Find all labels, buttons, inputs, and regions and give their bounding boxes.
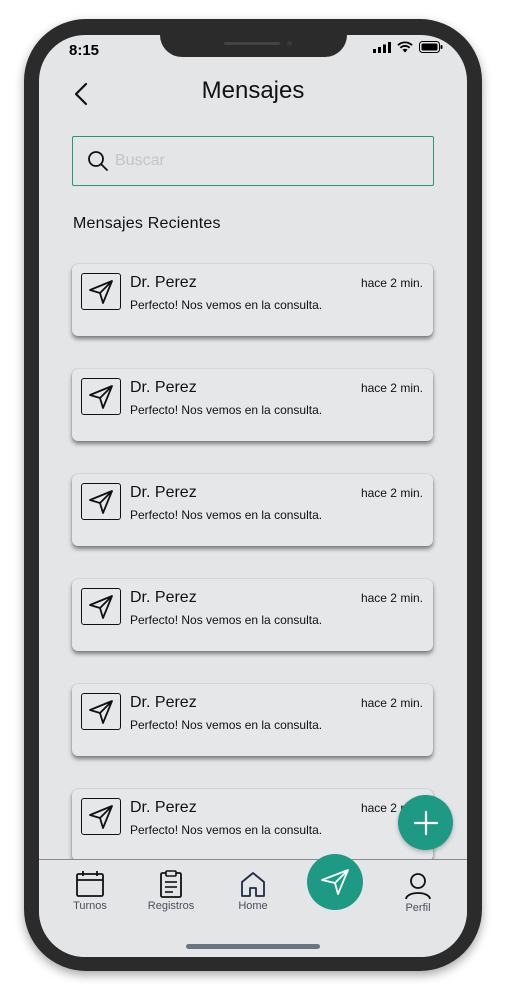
message-preview: Perfecto! Nos vemos en la consulta.	[130, 823, 323, 837]
notch	[160, 35, 347, 57]
tab-turnos[interactable]: Turnos	[50, 870, 130, 912]
send-icon	[89, 804, 113, 829]
wifi-icon	[397, 41, 413, 53]
message-preview: Perfecto! Nos vemos en la consulta.	[130, 298, 323, 312]
message-preview: Perfecto! Nos vemos en la consulta.	[130, 508, 323, 522]
screen: 8:15 Mensajes Mensajes Recientes	[39, 35, 467, 957]
status-icons	[373, 41, 443, 53]
send-icon	[89, 699, 113, 724]
sender-name: Dr. Perez	[130, 694, 197, 711]
send-icon	[89, 384, 113, 409]
page-title: Mensajes	[201, 77, 305, 104]
tab-registros-label: Registros	[147, 900, 195, 912]
battery-icon	[419, 41, 443, 53]
tab-send-button[interactable]	[307, 854, 363, 910]
tab-home-label: Home	[238, 900, 268, 912]
message-card[interactable]: Dr. Perez hace 2 min. Perfecto! Nos vemo…	[72, 579, 433, 651]
sender-name: Dr. Perez	[130, 589, 197, 606]
send-icon	[89, 279, 113, 304]
home-icon	[241, 872, 265, 897]
tab-perfil[interactable]: Perfil	[378, 872, 458, 914]
tab-perfil-label: Perfil	[405, 902, 431, 914]
user-icon	[405, 873, 431, 900]
send-icon	[321, 869, 349, 895]
search-icon	[88, 151, 108, 171]
message-icon-frame	[81, 588, 121, 625]
message-time: hace 2 min.	[360, 591, 423, 605]
message-preview: Perfecto! Nos vemos en la consulta.	[130, 718, 323, 732]
sender-name: Dr. Perez	[130, 484, 197, 501]
message-time: hace 2 min.	[360, 486, 423, 500]
send-icon	[89, 489, 113, 514]
message-card[interactable]: Dr. Perez hace 2 min. Perfecto! Nos vemo…	[72, 369, 433, 441]
message-icon-frame	[81, 483, 121, 520]
status-time: 8:15	[69, 42, 100, 59]
message-icon-frame	[81, 378, 121, 415]
sender-name: Dr. Perez	[130, 274, 197, 291]
message-time: hace 2 min.	[360, 276, 423, 290]
message-preview: Perfecto! Nos vemos en la consulta.	[130, 403, 323, 417]
search-input[interactable]	[115, 152, 405, 170]
signal-icon	[373, 41, 391, 53]
sender-name: Dr. Perez	[130, 379, 197, 396]
message-card[interactable]: Dr. Perez hace 2 min. Perfecto! Nos vemo…	[72, 474, 433, 546]
tab-home[interactable]: Home	[213, 870, 293, 912]
tab-registros[interactable]: Registros	[131, 870, 211, 912]
clipboard-icon	[160, 870, 182, 898]
search-box[interactable]	[72, 136, 434, 186]
message-preview: Perfecto! Nos vemos en la consulta.	[130, 613, 323, 627]
message-icon-frame	[81, 798, 121, 835]
message-card[interactable]: Dr. Perez hace 2 min. Perfecto! Nos vemo…	[72, 789, 433, 861]
tab-turnos-label: Turnos	[73, 900, 107, 912]
speaker	[224, 42, 280, 45]
message-time: hace 2 min.	[360, 381, 423, 395]
message-icon-frame	[81, 273, 121, 310]
tab-bar: Turnos Registros Home Perfil	[39, 854, 467, 957]
message-card[interactable]: Dr. Perez hace 2 min. Perfecto! Nos vemo…	[72, 264, 433, 336]
plus-icon	[413, 810, 438, 835]
message-icon-frame	[81, 693, 121, 730]
message-time: hace 2 min.	[360, 696, 423, 710]
camera	[287, 41, 292, 46]
sender-name: Dr. Perez	[130, 799, 197, 816]
home-indicator	[186, 944, 320, 949]
calendar-icon	[76, 871, 104, 897]
send-icon	[89, 594, 113, 619]
new-message-button[interactable]	[398, 795, 453, 850]
section-title: Mensajes Recientes	[73, 215, 221, 232]
message-card[interactable]: Dr. Perez hace 2 min. Perfecto! Nos vemo…	[72, 684, 433, 756]
